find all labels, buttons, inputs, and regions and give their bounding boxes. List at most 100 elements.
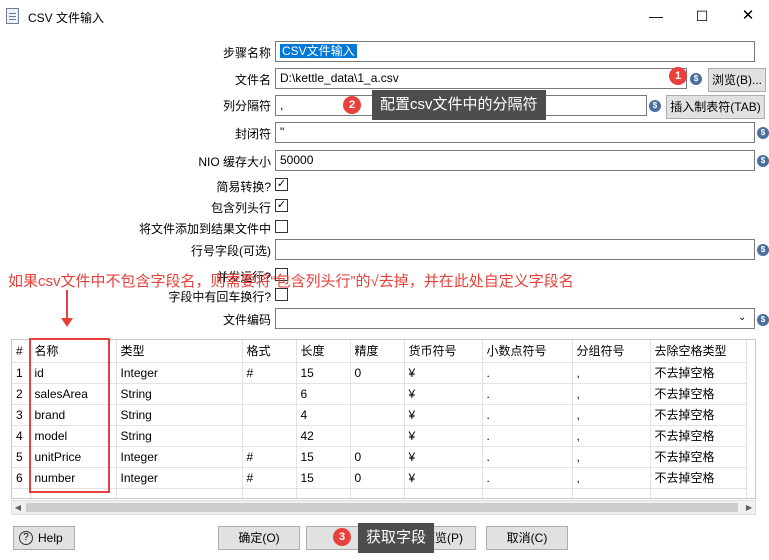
- cell-grouping[interactable]: ,: [572, 425, 651, 447]
- lazy-conversion-checkbox[interactable]: ✓: [275, 178, 288, 191]
- scroll-right-icon[interactable]: ▶: [743, 501, 755, 514]
- add-to-result-checkbox[interactable]: [275, 220, 288, 233]
- col-header-length[interactable]: 长度: [296, 340, 351, 363]
- scrollbar-thumb[interactable]: [26, 503, 738, 512]
- cell-format[interactable]: [242, 425, 297, 447]
- insert-tab-button[interactable]: 插入制表符(TAB): [666, 95, 765, 119]
- cell-length[interactable]: 15: [296, 446, 351, 468]
- cell-empty[interactable]: [404, 488, 483, 498]
- cell-empty[interactable]: [350, 488, 405, 498]
- cell-currency[interactable]: ¥: [404, 425, 483, 447]
- enclosure-input[interactable]: ": [275, 122, 755, 143]
- cell-length[interactable]: 15: [296, 467, 351, 489]
- cell-length[interactable]: 42: [296, 425, 351, 447]
- cell-empty[interactable]: [296, 488, 351, 498]
- cell-empty[interactable]: [650, 488, 747, 498]
- cell-grouping[interactable]: ,: [572, 404, 651, 426]
- cell-format[interactable]: #: [242, 446, 297, 468]
- cell-empty[interactable]: [116, 488, 243, 498]
- cell-format[interactable]: #: [242, 362, 297, 384]
- cell-decimal[interactable]: .: [482, 362, 573, 384]
- cell-trim-type[interactable]: 不去掉空格: [650, 425, 747, 447]
- cell-decimal[interactable]: .: [482, 383, 573, 405]
- cell-trim-type[interactable]: 不去掉空格: [650, 446, 747, 468]
- cell-trim-type[interactable]: 不去掉空格: [650, 362, 747, 384]
- nio-buffer-input[interactable]: 50000: [275, 150, 755, 171]
- cell-length[interactable]: 15: [296, 362, 351, 384]
- col-header-trim-type[interactable]: 去除空格类型: [650, 340, 747, 363]
- col-header-format[interactable]: 格式: [242, 340, 297, 363]
- cell-grouping[interactable]: ,: [572, 383, 651, 405]
- table-row[interactable]: 1 id Integer #15 0 ¥., 不去掉空格: [12, 362, 747, 384]
- cell-length[interactable]: 4: [296, 404, 351, 426]
- col-header-type[interactable]: 类型: [116, 340, 243, 363]
- close-button[interactable]: ✕: [725, 0, 769, 32]
- cell-decimal[interactable]: .: [482, 404, 573, 426]
- col-header-currency[interactable]: 货币符号: [404, 340, 483, 363]
- step-name-input[interactable]: CSV文件输入: [275, 41, 755, 62]
- variable-icon[interactable]: $: [757, 155, 769, 167]
- cell-precision[interactable]: 0: [350, 446, 405, 468]
- cell-currency[interactable]: ¥: [404, 446, 483, 468]
- table-row[interactable]: 3 brand String 4 ¥., 不去掉空格: [12, 404, 747, 426]
- minimize-button[interactable]: —: [633, 0, 679, 32]
- rownum-field-input[interactable]: [275, 239, 755, 260]
- cell-currency[interactable]: ¥: [404, 467, 483, 489]
- col-header-decimal[interactable]: 小数点符号: [482, 340, 573, 363]
- browse-button[interactable]: 浏览(B)...: [708, 68, 766, 92]
- maximize-button[interactable]: ☐: [679, 0, 725, 32]
- cell-grouping[interactable]: ,: [572, 362, 651, 384]
- header-row-checkbox[interactable]: ✓: [275, 199, 288, 212]
- cell-format[interactable]: [242, 383, 297, 405]
- variable-icon[interactable]: $: [757, 127, 769, 139]
- cell-type[interactable]: String: [116, 383, 243, 405]
- col-header-precision[interactable]: 精度: [350, 340, 405, 363]
- variable-icon[interactable]: $: [690, 73, 702, 85]
- cell-precision[interactable]: 0: [350, 362, 405, 384]
- cell-format[interactable]: [242, 404, 297, 426]
- cell-empty[interactable]: [572, 488, 651, 498]
- cell-grouping[interactable]: ,: [572, 446, 651, 468]
- cell-precision[interactable]: [350, 404, 405, 426]
- variable-icon[interactable]: $: [757, 244, 769, 256]
- cell-precision[interactable]: [350, 383, 405, 405]
- cell-index[interactable]: 3: [12, 404, 31, 426]
- chevron-down-icon[interactable]: ⌄: [738, 312, 746, 323]
- cell-index[interactable]: 5: [12, 446, 31, 468]
- cell-precision[interactable]: 0: [350, 467, 405, 489]
- cell-index[interactable]: 1: [12, 362, 31, 384]
- cell-index[interactable]: 4: [12, 425, 31, 447]
- col-header-grouping[interactable]: 分组符号: [572, 340, 651, 363]
- cell-decimal[interactable]: .: [482, 467, 573, 489]
- cell-precision[interactable]: [350, 425, 405, 447]
- filename-input[interactable]: D:\kettle_data\1_a.csv: [275, 68, 687, 89]
- encoding-select[interactable]: [275, 308, 755, 329]
- horizontal-scrollbar[interactable]: ◀ ▶: [11, 500, 756, 515]
- cell-currency[interactable]: ¥: [404, 383, 483, 405]
- cancel-button[interactable]: 取消(C): [486, 526, 568, 550]
- cell-trim-type[interactable]: 不去掉空格: [650, 467, 747, 489]
- cell-type[interactable]: Integer: [116, 446, 243, 468]
- cell-index[interactable]: 2: [12, 383, 31, 405]
- cell-currency[interactable]: ¥: [404, 404, 483, 426]
- cell-decimal[interactable]: .: [482, 425, 573, 447]
- scroll-left-icon[interactable]: ◀: [12, 501, 24, 514]
- cell-format[interactable]: #: [242, 467, 297, 489]
- table-row-empty[interactable]: [12, 488, 747, 498]
- cell-empty[interactable]: [242, 488, 297, 498]
- table-row[interactable]: 4 model String 42 ¥., 不去掉空格: [12, 425, 747, 447]
- cell-empty[interactable]: [12, 488, 31, 498]
- cell-trim-type[interactable]: 不去掉空格: [650, 404, 747, 426]
- cell-type[interactable]: Integer: [116, 467, 243, 489]
- table-row[interactable]: 6 number Integer #15 0 ¥., 不去掉空格: [12, 467, 747, 489]
- cell-index[interactable]: 6: [12, 467, 31, 489]
- variable-icon[interactable]: $: [757, 314, 769, 326]
- cell-type[interactable]: String: [116, 425, 243, 447]
- col-header-index[interactable]: #: [12, 340, 31, 363]
- cell-decimal[interactable]: .: [482, 446, 573, 468]
- table-row[interactable]: 5 unitPrice Integer #15 0 ¥., 不去掉空格: [12, 446, 747, 468]
- cell-type[interactable]: String: [116, 404, 243, 426]
- cell-empty[interactable]: [482, 488, 573, 498]
- help-button[interactable]: ? Help: [13, 526, 75, 550]
- cell-currency[interactable]: ¥: [404, 362, 483, 384]
